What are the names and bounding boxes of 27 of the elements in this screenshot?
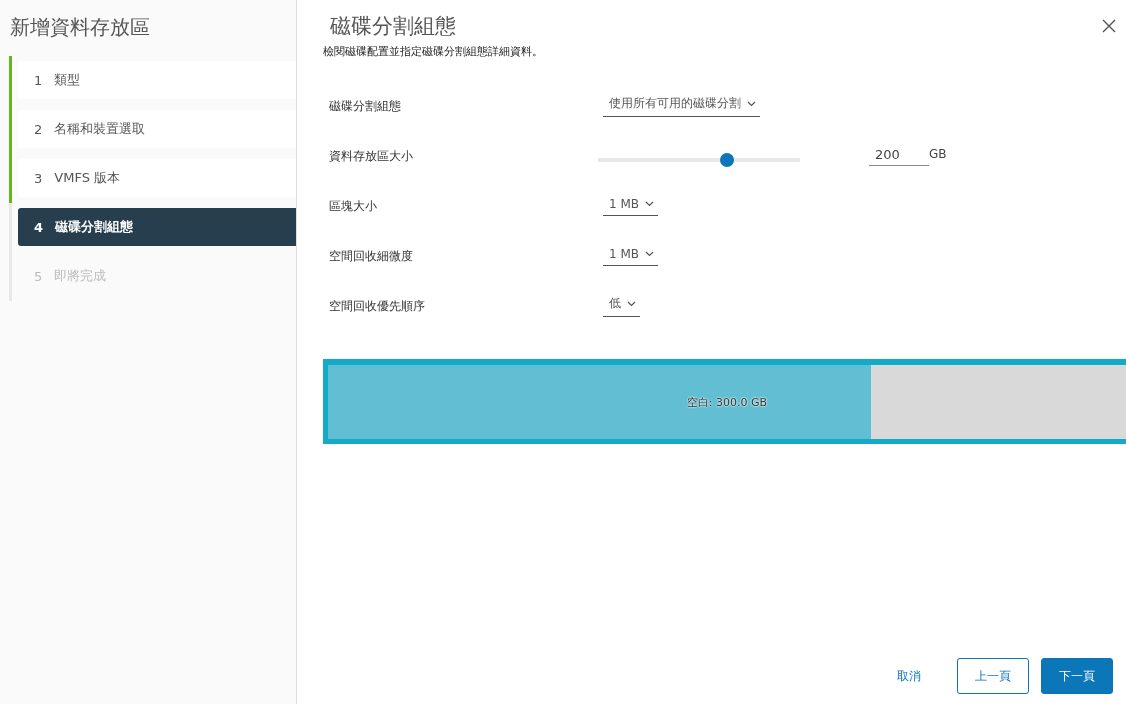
- dropdown[interactable]: 使用所有可用的磁碟分割: [603, 95, 760, 117]
- chevron-down-icon: [747, 100, 756, 107]
- chevron-down-icon: [645, 200, 655, 207]
- wizard-step[interactable]: 2 名稱和裝置選取: [18, 110, 296, 148]
- unit-label: GB: [929, 147, 947, 161]
- dropdown[interactable]: 低: [603, 295, 640, 317]
- field-label: 資料存放區大小: [329, 147, 414, 165]
- chevron-down-icon: [645, 250, 655, 257]
- description: 檢閱磁碟配置並指定磁碟分割組態詳細資料。: [323, 44, 544, 59]
- field-label: 空間回收優先順序: [329, 297, 426, 315]
- wizard-step[interactable]: 4 磁碟分割組態: [18, 208, 296, 246]
- close-button[interactable]: [1100, 17, 1118, 35]
- wizard-step[interactable]: 3 VMFS 版本: [18, 159, 296, 197]
- free-space-label: 空白: 300.0 GB: [686, 394, 768, 410]
- back-button[interactable]: 上一頁: [957, 658, 1029, 694]
- dropdown[interactable]: 1 MB: [603, 196, 659, 216]
- field-label: 空間回收細微度: [329, 247, 414, 265]
- dropdown[interactable]: 1 MB: [603, 246, 659, 266]
- wizard-step[interactable]: 1 類型: [18, 61, 296, 99]
- chevron-down-icon: [627, 300, 636, 307]
- page-title: 磁碟分割組態: [329, 13, 456, 40]
- wizard-title: 新增資料存放區: [9, 14, 151, 41]
- field-label: 區塊大小: [329, 197, 378, 215]
- slider-thumb[interactable]: [720, 153, 735, 167]
- close-icon: [1102, 19, 1116, 33]
- field-label: 磁碟分割組態: [329, 97, 402, 115]
- next-button[interactable]: 下一頁: [1041, 658, 1113, 694]
